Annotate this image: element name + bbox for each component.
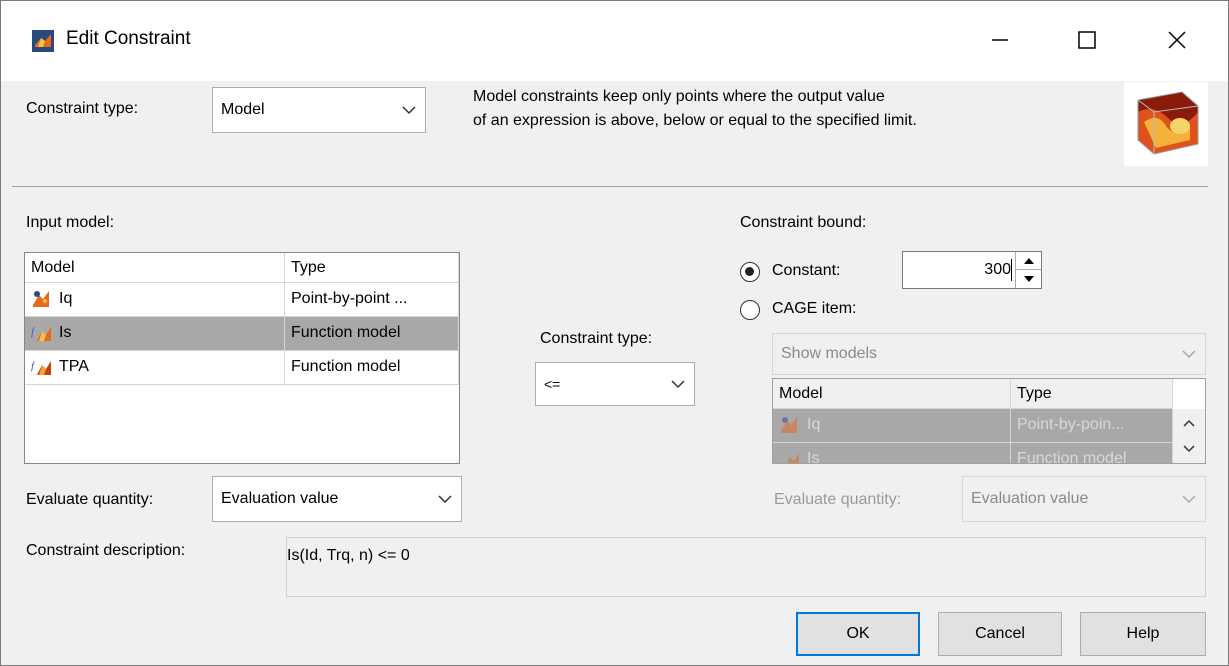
constraint-type-description-line2: of an expression is above, below or equa…: [473, 112, 917, 129]
svg-text:f: f: [31, 326, 36, 338]
column-header-model[interactable]: Model: [773, 379, 1011, 409]
scroll-down-icon[interactable]: [1183, 445, 1195, 453]
chevron-down-icon: [1173, 334, 1205, 374]
function-model-icon: [787, 453, 799, 463]
model-type[interactable]: Function model: [285, 317, 459, 351]
text-cursor: [1011, 259, 1012, 281]
constraint-type-dropdown[interactable]: Model: [212, 87, 426, 133]
chevron-down-icon: [1173, 477, 1205, 521]
model-name: Iq: [807, 416, 821, 433]
ok-button[interactable]: OK: [796, 612, 920, 656]
model-type[interactable]: Function model: [285, 351, 459, 385]
cage-evaluate-quantity-label: Evaluate quantity:: [774, 491, 902, 508]
constraint-type-description-line1: Model constraints keep only points where…: [473, 88, 885, 105]
model-surface-icon: [1124, 82, 1208, 166]
function-model-icon: f: [31, 360, 51, 375]
function-model-icon: f: [31, 326, 51, 341]
model-name: Is: [807, 450, 820, 464]
cage-item-table[interactable]: Model Type Iq Point-by-poin... Is Functi…: [772, 378, 1206, 464]
constraint-description-label: Constraint description:: [26, 542, 186, 559]
constant-spinner[interactable]: 300: [902, 251, 1042, 289]
constraint-bound-label: Constraint bound:: [740, 214, 867, 231]
input-model-label: Input model:: [26, 214, 115, 231]
minimize-icon: [992, 39, 1008, 41]
model-type[interactable]: Function model: [1011, 443, 1173, 463]
point-by-point-model-icon: [33, 291, 49, 307]
spin-down-button[interactable]: [1015, 270, 1041, 288]
operator-dropdown[interactable]: <=: [535, 362, 695, 406]
point-by-point-model-icon: [781, 417, 797, 433]
constant-radio[interactable]: [740, 262, 760, 282]
svg-text:f: f: [31, 360, 36, 372]
input-model-table[interactable]: Model Type Iq Point-by-point ... f Is Fu…: [24, 252, 460, 464]
evaluate-quantity-label: Evaluate quantity:: [26, 491, 154, 508]
caret-up-icon: [1023, 257, 1034, 264]
show-models-dropdown[interactable]: Show models: [772, 333, 1206, 375]
cancel-button[interactable]: Cancel: [938, 612, 1062, 656]
matlab-app-icon: [32, 30, 54, 52]
constraint-description-value: Is(Id, Trq, n) <= 0: [287, 547, 410, 564]
constant-value[interactable]: 300: [984, 261, 1011, 279]
close-icon: [1168, 31, 1186, 49]
evaluate-quantity-dropdown[interactable]: Evaluation value: [212, 476, 462, 522]
caret-down-icon: [1023, 276, 1034, 282]
help-button[interactable]: Help: [1080, 612, 1206, 656]
model-type[interactable]: Point-by-poin...: [1011, 409, 1173, 443]
operator-label: Constraint type:: [540, 330, 653, 347]
maximize-button[interactable]: [1057, 10, 1117, 70]
minimize-button[interactable]: [970, 10, 1030, 70]
column-header-model[interactable]: Model: [25, 253, 285, 283]
operator-value: <=: [544, 376, 561, 392]
column-header-type[interactable]: Type: [285, 253, 459, 283]
header-separator: [12, 186, 1208, 187]
chevron-down-icon: [662, 363, 694, 405]
constant-label: Constant:: [772, 262, 841, 279]
table-row-selected[interactable]: f Is: [25, 317, 285, 351]
maximize-icon: [1078, 31, 1096, 49]
window-title: Edit Constraint: [66, 28, 191, 49]
model-type[interactable]: Point-by-point ...: [285, 283, 459, 317]
show-models-value: Show models: [781, 345, 878, 362]
table-row[interactable]: Iq: [773, 409, 1011, 443]
cage-evaluate-quantity-dropdown[interactable]: Evaluation value: [962, 476, 1206, 522]
cage-evaluate-quantity-value: Evaluation value: [971, 490, 1089, 507]
table-row[interactable]: f TPA: [25, 351, 285, 385]
table-scrollbar[interactable]: [1173, 409, 1205, 463]
model-name: Iq: [59, 290, 73, 307]
cage-item-label: CAGE item:: [772, 300, 857, 317]
model-name: TPA: [59, 358, 89, 375]
table-row[interactable]: Is: [773, 443, 1011, 464]
chevron-down-icon: [429, 477, 461, 521]
scroll-up-icon[interactable]: [1183, 419, 1195, 427]
spin-up-button[interactable]: [1015, 252, 1041, 270]
evaluate-quantity-value: Evaluation value: [221, 490, 339, 507]
cage-item-radio[interactable]: [740, 300, 760, 320]
chevron-down-icon: [393, 88, 425, 132]
model-name: Is: [59, 324, 72, 341]
constraint-description-field: Is(Id, Trq, n) <= 0: [286, 537, 1206, 597]
close-button[interactable]: [1147, 10, 1207, 70]
constraint-type-label: Constraint type:: [26, 100, 139, 117]
table-row[interactable]: Iq: [25, 283, 285, 317]
column-header-type[interactable]: Type: [1011, 379, 1173, 409]
constraint-type-value: Model: [221, 101, 265, 118]
radio-selected-dot: [745, 267, 754, 276]
